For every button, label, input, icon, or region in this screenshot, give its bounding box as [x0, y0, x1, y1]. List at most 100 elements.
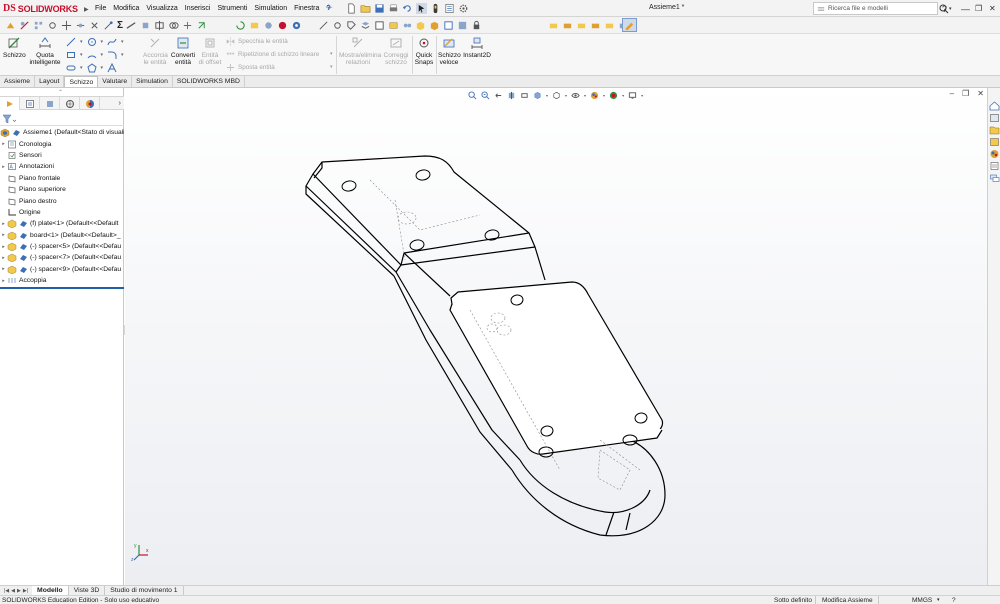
tab-solidworks-mbd[interactable]: SOLIDWORKS MBD	[173, 76, 245, 87]
tree-item[interactable]: ▸ A Annotazioni	[0, 161, 124, 172]
custom-properties-icon[interactable]	[989, 161, 1000, 171]
tree-item[interactable]: ▸ (-) spacer<5> (Default<<Defau	[0, 241, 124, 252]
tab-layout[interactable]: Layout	[35, 76, 65, 87]
ref-a-icon[interactable]	[548, 20, 559, 31]
appearances-scenes-icon[interactable]	[989, 149, 1000, 159]
solidworks-logo[interactable]: DS SOLIDWORKS	[3, 2, 78, 15]
options-toggle-button[interactable]	[622, 18, 637, 32]
spline-dropdown-icon[interactable]: ▾	[121, 39, 124, 45]
menu-file[interactable]: File	[95, 5, 106, 12]
open-folder-icon[interactable]	[360, 3, 371, 14]
drawing-icon[interactable]	[443, 20, 454, 31]
pin-menu-icon[interactable]: ✈	[326, 4, 334, 12]
expand-arrow-icon[interactable]: ▸	[0, 278, 7, 284]
display-relations-button[interactable]: Mostra/elimina relazioni	[339, 36, 381, 66]
help-menu-button[interactable]: ? ▾	[942, 2, 952, 15]
graphics-area[interactable]: ▾ ▾ ▾ ▾ ▾ ▾ – ❐ ✕ x y z	[125, 88, 987, 585]
ref-c-icon[interactable]	[576, 20, 587, 31]
arc-dropdown-icon[interactable]: ▾	[101, 52, 104, 58]
ref-b-icon[interactable]	[562, 20, 573, 31]
tab-feature-tree[interactable]	[0, 97, 20, 110]
tab-studio-movimento[interactable]: Studio di movimento 1	[105, 585, 184, 596]
tab-modello[interactable]: Modello	[32, 585, 69, 596]
tab-schizzo[interactable]: Schizzo	[64, 76, 99, 87]
line-icon[interactable]	[66, 37, 76, 47]
print-icon[interactable]	[388, 3, 399, 14]
trim-entities-button[interactable]: Accorcia le entità	[143, 36, 168, 66]
lock-icon[interactable]	[471, 20, 482, 31]
ref-d-icon[interactable]	[590, 20, 601, 31]
new-document-icon[interactable]	[346, 3, 357, 14]
mass-properties-icon[interactable]	[140, 20, 151, 31]
tag-icon[interactable]	[346, 20, 357, 31]
search-input[interactable]: Ricerca file e modelli	[828, 5, 888, 12]
circle-icon[interactable]	[87, 37, 97, 47]
tree-item[interactable]: Piano destro	[0, 195, 124, 206]
render-icon[interactable]	[291, 20, 302, 31]
quick-tips-icon[interactable]: ?	[952, 596, 956, 604]
tree-item[interactable]: Piano superiore	[0, 184, 124, 195]
explode-icon[interactable]	[182, 20, 193, 31]
units-dropdown-icon[interactable]: ▾	[937, 596, 940, 604]
close-button[interactable]: ✕	[989, 2, 996, 15]
expand-arrow-icon[interactable]: ▸	[0, 232, 7, 238]
quick-snaps-button[interactable]: Quick Snaps	[414, 36, 434, 66]
forum-icon[interactable]	[989, 173, 1000, 183]
units-selector[interactable]: MMGS	[912, 596, 932, 604]
menu-strumenti[interactable]: Strumenti	[217, 5, 247, 12]
move-component-icon[interactable]	[61, 20, 72, 31]
tab-dimxpert-manager[interactable]	[60, 97, 80, 110]
appearance-icon[interactable]	[277, 20, 288, 31]
expand-arrow-icon[interactable]: ▸	[0, 255, 7, 261]
linear-pattern-icon[interactable]	[226, 50, 235, 59]
move-entities-dropdown-icon[interactable]: ▾	[330, 64, 333, 70]
spline-icon[interactable]	[107, 37, 117, 47]
note-icon[interactable]	[374, 20, 385, 31]
mate-icon[interactable]	[19, 20, 30, 31]
insert-component-icon[interactable]	[5, 20, 16, 31]
next-tab-icon[interactable]: ▶	[17, 588, 21, 594]
tab-assieme[interactable]: Assieme	[0, 76, 36, 87]
linear-pattern-label[interactable]: Ripetizione di schizzo lineare	[238, 51, 319, 58]
select-pointer-icon[interactable]	[416, 3, 427, 14]
tab-configuration-manager[interactable]	[40, 97, 60, 110]
slot-icon[interactable]	[66, 63, 76, 73]
tree-item[interactable]: ▸ Accoppia	[0, 275, 124, 286]
menu-visualizza[interactable]: Visualizza	[146, 5, 177, 12]
tree-item[interactable]: ▸ (-) spacer<7> (Default<<Defau	[0, 252, 124, 263]
minimize-button[interactable]: —	[961, 2, 970, 15]
ref-e-icon[interactable]	[604, 20, 615, 31]
rectangle-dropdown-icon[interactable]: ▾	[80, 52, 83, 58]
tab-simulation[interactable]: Simulation	[132, 76, 173, 87]
part-icon[interactable]	[415, 20, 426, 31]
linear-pattern-dropdown-icon[interactable]: ▾	[330, 51, 333, 57]
view-palette-icon[interactable]	[457, 20, 468, 31]
sum-icon[interactable]: Σ	[117, 20, 123, 31]
fillet-dropdown-icon[interactable]: ▾	[121, 52, 124, 58]
instant3d-icon[interactable]	[196, 20, 207, 31]
mirror-entities-label[interactable]: Specchia le entità	[238, 38, 288, 45]
tab-property-manager[interactable]	[20, 97, 40, 110]
move-entities-label[interactable]: Sposta entità	[238, 64, 275, 71]
measure-icon[interactable]	[126, 20, 137, 31]
tree-item[interactable]: Sensori	[0, 150, 124, 161]
polygon-dropdown-icon[interactable]: ▾	[101, 65, 104, 71]
menu-finestra[interactable]: Finestra	[294, 5, 319, 12]
tree-item[interactable]: Origine	[0, 207, 124, 218]
tab-valutare[interactable]: Valutare	[98, 76, 133, 87]
menu-modifica[interactable]: Modifica	[113, 5, 139, 12]
undo-icon[interactable]	[402, 3, 413, 14]
file-properties-icon[interactable]	[444, 3, 455, 14]
last-tab-icon[interactable]: ▶|	[23, 588, 28, 594]
tree-item[interactable]: ▸ (f) plate<1> (Default<<Default	[0, 218, 124, 229]
repair-sketch-button[interactable]: Correggi schizzo	[383, 36, 409, 66]
mirror-entities-icon[interactable]	[226, 37, 235, 46]
tab-display-manager[interactable]	[80, 97, 100, 110]
expand-menu-arrow-icon[interactable]: ▶	[84, 6, 89, 13]
sketch-tool-b-icon[interactable]	[332, 20, 343, 31]
convert-entities-button[interactable]: Converti entità	[170, 36, 196, 66]
prev-tab-icon[interactable]: ◀	[11, 588, 15, 594]
zoom-icon[interactable]	[263, 20, 274, 31]
expand-arrow-icon[interactable]: ▸	[0, 221, 7, 227]
more-tabs-button[interactable]: ›	[100, 97, 124, 110]
